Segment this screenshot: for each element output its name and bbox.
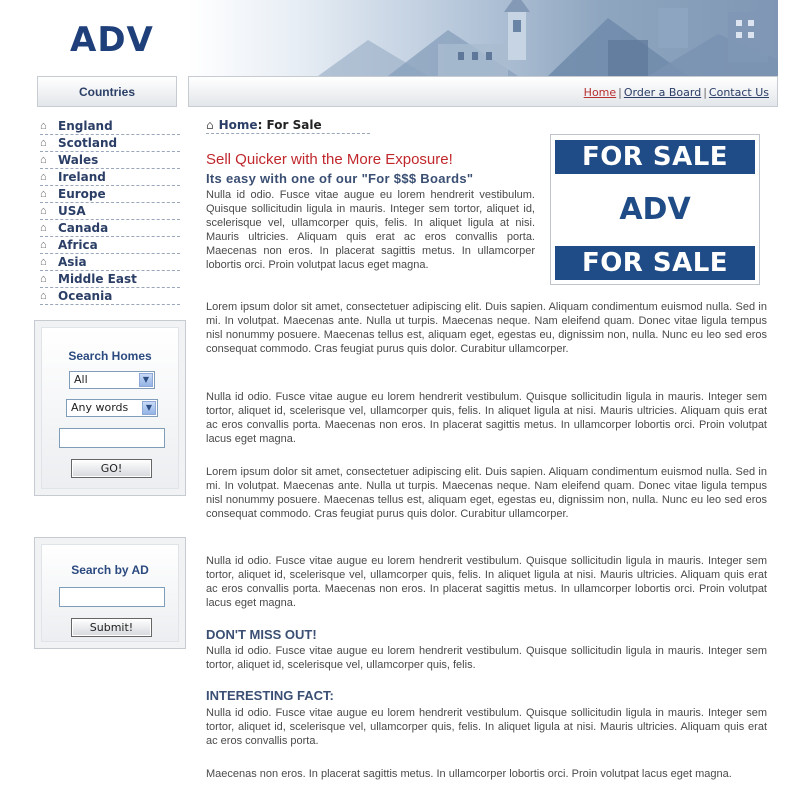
top-nav-links: Home | Order a Board | Contact Us	[584, 86, 769, 99]
nav-link-home[interactable]: Home	[584, 86, 616, 99]
breadcrumb-home-link[interactable]: Home	[219, 118, 258, 132]
country-link[interactable]: Ireland	[58, 170, 106, 184]
country-link[interactable]: Wales	[58, 153, 98, 167]
body-paragraph: Lorem ipsum dolor sit amet, consectetuer…	[206, 301, 767, 355]
section-title-interesting-fact: INTERESTING FACT:	[206, 688, 334, 703]
country-link[interactable]: England	[58, 119, 113, 133]
country-item-usa[interactable]: ⌂ USA	[40, 203, 180, 220]
intro-paragraph: Nulla id odio. Fusce vitae augue eu lore…	[206, 189, 535, 271]
closing-paragraph: Maecenas non eros. In placerat sagittis …	[206, 768, 732, 780]
top-navigation: Home | Order a Board | Contact Us	[188, 76, 778, 107]
sign-top-band: FOR SALE	[555, 140, 755, 174]
for-sale-sign-image: FOR SALE ADV FOR SALE	[550, 134, 760, 285]
nav-separator: |	[703, 86, 707, 99]
country-list: ⌂ England ⌂ Scotland ⌂ Wales ⌂ Ireland ⌂ Euro…	[40, 118, 180, 305]
country-item-wales[interactable]: ⌂ Wales	[40, 152, 180, 169]
go-button[interactable]: GO!	[71, 459, 152, 478]
home-icon: ⌂	[40, 289, 47, 302]
country-item-england[interactable]: ⌂ England	[40, 118, 180, 135]
search-by-ad-title: Search by AD	[71, 563, 149, 577]
body-paragraph: Lorem ipsum dolor sit amet, consectetuer…	[206, 466, 767, 520]
countries-heading-tab: Countries	[37, 76, 177, 107]
ad-number-input[interactable]	[59, 587, 165, 607]
country-link[interactable]: Africa	[58, 238, 98, 252]
home-icon: ⌂	[40, 238, 47, 251]
home-icon: ⌂	[40, 153, 47, 166]
country-link[interactable]: USA	[58, 204, 86, 218]
home-icon: ⌂	[40, 272, 47, 285]
chevron-down-icon[interactable]: ▼	[139, 373, 153, 387]
search-by-ad-box: Search by AD Submit!	[34, 537, 186, 649]
country-item-asia[interactable]: ⌂ Asia	[40, 254, 180, 271]
country-item-scotland[interactable]: ⌂ Scotland	[40, 135, 180, 152]
country-item-canada[interactable]: ⌂ Canada	[40, 220, 180, 237]
search-homes-box: Search Homes All ▼ Any words ▼ GO!	[34, 320, 186, 496]
page-headline: Sell Quicker with the More Exposure!	[206, 151, 453, 168]
search-homes-panel: Search Homes All ▼ Any words ▼ GO!	[41, 327, 179, 489]
country-link[interactable]: Scotland	[58, 136, 117, 150]
body-paragraph: Nulla id odio. Fusce vitae augue eu lore…	[206, 391, 767, 445]
section-paragraph: Nulla id odio. Fusce vitae augue eu lore…	[206, 645, 767, 671]
nav-link-contact-us[interactable]: Contact Us	[709, 86, 769, 99]
home-icon: ⌂	[40, 119, 47, 132]
country-item-africa[interactable]: ⌂ Africa	[40, 237, 180, 254]
country-link[interactable]: Canada	[58, 221, 108, 235]
home-icon: ⌂	[40, 136, 47, 149]
country-link[interactable]: Europe	[58, 187, 106, 201]
nav-separator: |	[618, 86, 622, 99]
home-icon: ⌂	[40, 221, 47, 234]
sign-logo-text: ADV	[619, 192, 691, 227]
country-link[interactable]: Middle East	[58, 272, 137, 286]
home-icon: ⌂	[40, 170, 47, 183]
country-link[interactable]: Asia	[58, 255, 87, 269]
country-item-oceania[interactable]: ⌂ Oceania	[40, 288, 180, 305]
section-title-dont-miss-out: DON'T MISS OUT!	[206, 627, 317, 642]
search-homes-input[interactable]	[59, 428, 165, 448]
nav-link-order-a-board[interactable]: Order a Board	[624, 86, 701, 99]
match-select-value: Any words	[71, 401, 129, 414]
body-paragraph: Nulla id odio. Fusce vitae augue eu lore…	[206, 555, 767, 609]
home-icon: ⌂	[40, 204, 47, 217]
breadcrumb-current: : For Sale	[257, 118, 322, 132]
section-paragraph: Nulla id odio. Fusce vitae augue eu lore…	[206, 707, 767, 747]
country-item-middle-east[interactable]: ⌂ Middle East	[40, 271, 180, 288]
page-subheading: Its easy with one of our "For $$$ Boards…	[206, 171, 474, 186]
country-item-europe[interactable]: ⌂ Europe	[40, 186, 180, 203]
search-homes-title: Search Homes	[68, 349, 152, 363]
header-banner-image	[188, 0, 778, 76]
category-select[interactable]: All ▼	[69, 371, 155, 389]
match-select[interactable]: Any words ▼	[66, 399, 158, 417]
chevron-down-icon[interactable]: ▼	[142, 401, 156, 415]
category-select-value: All	[74, 373, 88, 386]
search-by-ad-panel: Search by AD Submit!	[41, 544, 179, 642]
countries-heading: Countries	[78, 85, 135, 99]
breadcrumb: ⌂ Home: For Sale	[206, 118, 370, 134]
sign-bottom-band: FOR SALE	[555, 246, 755, 280]
home-icon: ⌂	[40, 255, 47, 268]
country-item-ireland[interactable]: ⌂ Ireland	[40, 169, 180, 186]
home-icon: ⌂	[206, 118, 214, 132]
submit-button[interactable]: Submit!	[71, 618, 152, 637]
site-logo[interactable]: ADV	[70, 20, 154, 60]
header: ADV	[0, 0, 811, 78]
country-link[interactable]: Oceania	[58, 289, 112, 303]
home-icon: ⌂	[40, 187, 47, 200]
